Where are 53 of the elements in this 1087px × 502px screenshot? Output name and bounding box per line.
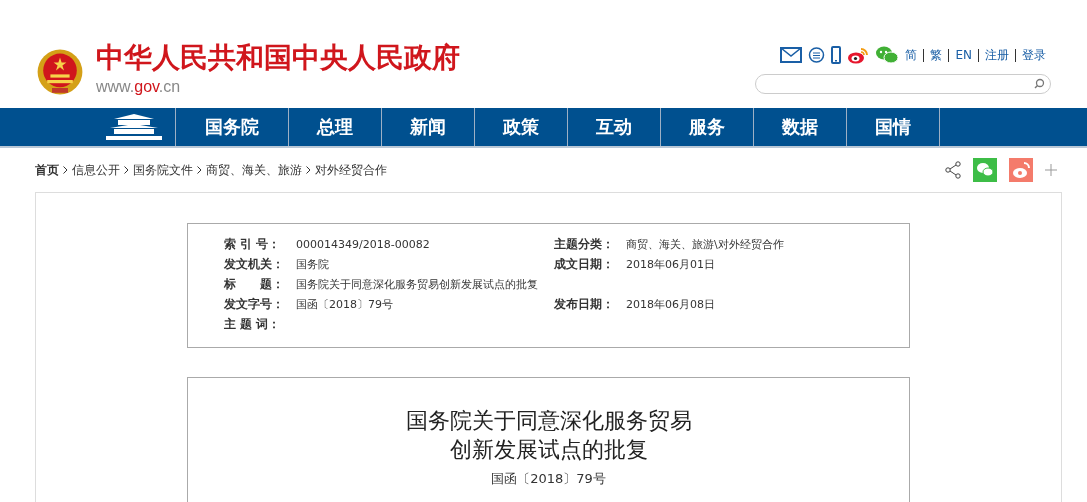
field-value: 国务院: [296, 256, 329, 272]
wechat-icon[interactable]: [875, 46, 900, 64]
breadcrumb-link[interactable]: 国务院文件: [133, 161, 193, 179]
nav-item[interactable]: 数据: [753, 108, 846, 146]
nav-item[interactable]: 国务院: [175, 108, 288, 146]
field-value: 国函〔2018〕79号: [296, 296, 393, 312]
language-account-link[interactable]: 繁: [930, 46, 943, 64]
field-label: 发文机关：: [224, 255, 285, 273]
weibo-share-icon[interactable]: [1009, 158, 1033, 182]
breadcrumb-link[interactable]: 商贸、海关、旅游: [206, 161, 302, 179]
breadcrumb-link[interactable]: 对外经贸合作: [315, 161, 387, 179]
nav-item[interactable]: 国情: [846, 108, 940, 146]
chevron-right-icon: [306, 166, 311, 174]
chevron-right-icon: [63, 166, 68, 174]
phone-icon[interactable]: [831, 46, 842, 64]
field-label: 标 题：: [224, 275, 285, 293]
search-icon[interactable]: [1032, 77, 1046, 91]
language-account-link[interactable]: 简: [905, 46, 918, 64]
field-label: 主题分类：: [554, 235, 615, 253]
building-icon[interactable]: [104, 113, 164, 141]
search-field[interactable]: [755, 74, 1051, 94]
field-label: 发布日期：: [554, 295, 615, 313]
language-account-link[interactable]: 登录: [1022, 46, 1046, 64]
nav-item[interactable]: 新闻: [381, 108, 474, 146]
chat-bubble-icon[interactable]: [808, 46, 826, 64]
field-value: 000014349/2018-00082: [296, 237, 430, 251]
site-url[interactable]: www.gov.cn: [96, 78, 460, 96]
nav-item[interactable]: 互动: [567, 108, 660, 146]
weibo-icon[interactable]: [847, 46, 870, 64]
field-label: 发文字号：: [224, 295, 285, 313]
language-account-link[interactable]: 注册: [985, 46, 1009, 64]
document-number: 国函〔2018〕79号: [491, 470, 606, 488]
field-value: 商贸、海关、旅游\对外经贸合作: [626, 236, 784, 252]
site-title: 中华人民共和国中央人民政府: [96, 40, 460, 76]
chevron-right-icon: [197, 166, 202, 174]
field-label: 索 引 号：: [224, 235, 282, 253]
mail-icon[interactable]: [780, 47, 803, 63]
wechat-share-icon[interactable]: [973, 158, 997, 182]
field-value: 2018年06月01日: [626, 256, 715, 272]
field-label: 成文日期：: [554, 255, 615, 273]
field-label: 主 题 词：: [224, 315, 282, 333]
field-value: 2018年06月08日: [626, 296, 715, 312]
breadcrumb-link[interactable]: 首页: [35, 161, 59, 179]
language-account-link[interactable]: EN: [955, 48, 972, 62]
field-value: 国务院关于同意深化服务贸易创新发展试点的批复: [296, 276, 538, 292]
article-title: 创新发展试点的批复: [449, 436, 648, 464]
nav-item[interactable]: 总理: [288, 108, 381, 146]
article-title: 国务院关于同意深化服务贸易: [405, 407, 692, 435]
chevron-right-icon: [124, 166, 129, 174]
breadcrumb-link[interactable]: 信息公开: [72, 161, 120, 179]
nav-item[interactable]: 服务: [660, 108, 753, 146]
share-icon[interactable]: [945, 161, 961, 179]
nav-item[interactable]: 政策: [474, 108, 567, 146]
